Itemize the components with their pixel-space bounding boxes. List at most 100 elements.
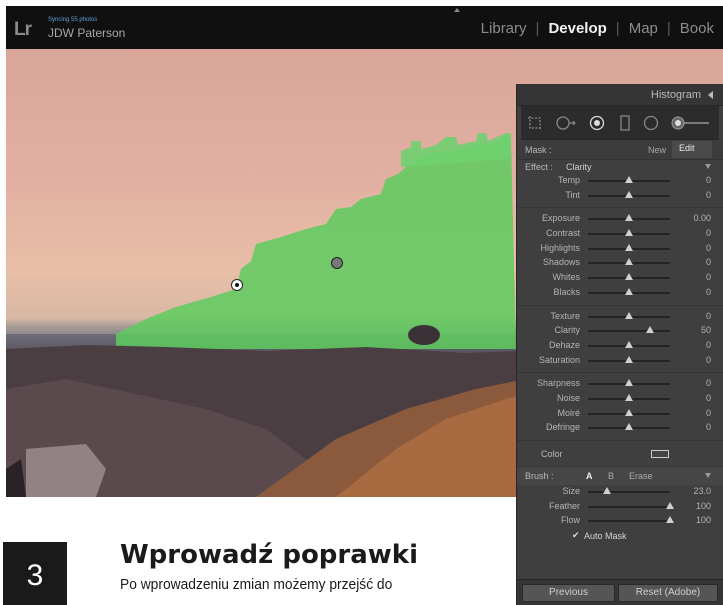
dehaze-label: Dehaze — [548, 339, 580, 350]
panel-buttons: Previous Reset (Adobe) — [517, 579, 723, 605]
clarity-value[interactable]: 50 — [701, 325, 711, 335]
blacks-slider-handle[interactable] — [625, 287, 633, 295]
shadows-value[interactable]: 0 — [706, 257, 711, 267]
clarity-slider[interactable] — [588, 330, 670, 333]
module-book[interactable]: Book — [671, 20, 723, 37]
temp-slider-handle[interactable] — [625, 176, 633, 183]
brush-size-slider-row: Size 23.0 — [517, 485, 723, 500]
brush-flow-value[interactable]: 100 — [696, 515, 711, 525]
mask-new-button[interactable]: New — [648, 145, 666, 155]
top-bar: Lr Syncing 55 photos JDW Paterson Librar… — [6, 6, 723, 49]
collapse-panel-icon[interactable] — [708, 91, 713, 99]
shadows-slider-handle[interactable] — [625, 258, 633, 266]
slider-groups: Temp 0 Tint 0 Exposure 0.00 Contrast 0 Highlight… — [517, 174, 723, 441]
step-text: Po wprowadzeniu zmian możemy przejść do — [120, 576, 393, 593]
brush-pin[interactable] — [331, 257, 343, 269]
brush-disclosure-icon[interactable] — [705, 473, 711, 478]
clarity-slider-handle[interactable] — [645, 326, 654, 334]
effect-disclosure-icon[interactable] — [705, 164, 711, 169]
brush-feather-value[interactable]: 100 — [696, 501, 711, 511]
brush-flow-slider-handle[interactable] — [666, 516, 674, 524]
radial-filter-icon[interactable] — [643, 115, 659, 131]
highlights-slider-row: Highlights 0 — [517, 242, 723, 257]
tint-slider-row: Tint 0 — [517, 189, 723, 204]
tool-strip — [521, 106, 719, 140]
highlights-value[interactable]: 0 — [706, 243, 711, 253]
slider-group: Sharpness 0 Noise 0 Moiré 0 Defringe 0 — [517, 373, 723, 441]
highlights-slider-handle[interactable] — [625, 243, 633, 251]
module-map[interactable]: Map — [620, 20, 667, 37]
sharpness-value[interactable]: 0 — [706, 378, 711, 388]
graduated-filter-icon[interactable] — [619, 115, 631, 131]
brush-size-label: Size — [562, 486, 580, 496]
dehaze-value[interactable]: 0 — [706, 340, 711, 350]
brush-a-tab[interactable]: A — [586, 471, 593, 481]
spot-removal-icon[interactable] — [555, 115, 577, 131]
effect-label: Effect : — [525, 162, 553, 172]
saturation-value[interactable]: 0 — [706, 355, 711, 365]
step-title: Wprowadź poprawki — [120, 540, 419, 570]
exposure-value[interactable]: 0.00 — [693, 213, 711, 223]
brush-pin-selected[interactable] — [231, 279, 243, 291]
user-name[interactable]: JDW Paterson — [48, 26, 125, 40]
brush-b-tab[interactable]: B — [608, 471, 614, 481]
brush-feather-label: Feather — [548, 500, 580, 511]
brush-flow-slider[interactable] — [588, 520, 670, 523]
color-swatch[interactable] — [651, 450, 669, 458]
collapse-top-panel-icon[interactable] — [454, 8, 460, 12]
moir-slider-handle[interactable] — [625, 408, 633, 416]
defringe-slider-row: Defringe 0 — [517, 421, 723, 436]
sync-status[interactable]: Syncing 55 photos — [48, 17, 97, 23]
exposure-slider-handle[interactable] — [625, 214, 633, 222]
mask-edit-button[interactable]: Edit — [679, 143, 695, 153]
module-library[interactable]: Library — [472, 20, 536, 37]
brush-size-value[interactable]: 23.0 — [693, 486, 711, 496]
noise-slider-handle[interactable] — [625, 393, 633, 401]
brush-label: Brush : — [525, 471, 554, 481]
defringe-value[interactable]: 0 — [706, 422, 711, 432]
blacks-label: Blacks — [553, 286, 580, 297]
crop-overlay-icon[interactable] — [527, 115, 543, 131]
texture-slider-handle[interactable] — [625, 311, 633, 319]
auto-mask-row[interactable]: ✔ Auto Mask — [517, 529, 723, 543]
contrast-value[interactable]: 0 — [706, 228, 711, 238]
texture-value[interactable]: 0 — [706, 311, 711, 321]
histogram-header[interactable]: Histogram — [517, 84, 723, 106]
exposure-slider-row: Exposure 0.00 — [517, 212, 723, 227]
tint-value[interactable]: 0 — [706, 190, 711, 200]
module-picker: Library | Develop | Map | Book — [472, 20, 723, 37]
shadows-slider-row: Shadows 0 — [517, 256, 723, 271]
reset-button[interactable]: Reset (Adobe) — [618, 584, 718, 602]
dehaze-slider-row: Dehaze 0 — [517, 339, 723, 354]
auto-mask-checkbox[interactable]: ✔ — [572, 530, 580, 541]
brush-feather-slider[interactable] — [588, 505, 670, 508]
temp-value[interactable]: 0 — [706, 175, 711, 185]
brush-size-slider-handle[interactable] — [602, 487, 611, 494]
brush-feather-slider-handle[interactable] — [666, 501, 674, 509]
contrast-slider-handle[interactable] — [625, 229, 633, 237]
defringe-slider-handle[interactable] — [625, 423, 633, 431]
sharpness-slider-handle[interactable] — [625, 379, 633, 387]
dehaze-slider-handle[interactable] — [625, 340, 633, 348]
brush-flow-label: Flow — [560, 515, 580, 526]
tint-slider-handle[interactable] — [625, 190, 633, 198]
clarity-label: Clarity — [554, 325, 580, 336]
previous-button[interactable]: Previous — [522, 584, 615, 602]
saturation-slider-handle[interactable] — [625, 355, 633, 363]
module-develop[interactable]: Develop — [539, 20, 615, 37]
blacks-value[interactable]: 0 — [706, 287, 711, 297]
brush-size-slider[interactable] — [588, 491, 670, 493]
red-eye-icon[interactable] — [589, 115, 605, 131]
brush-erase-tab[interactable]: Erase — [629, 471, 653, 481]
adjustment-brush-icon[interactable] — [671, 115, 711, 131]
noise-value[interactable]: 0 — [706, 393, 711, 403]
moir-slider-row: Moiré 0 — [517, 407, 723, 422]
clarity-slider-row: Clarity 50 — [517, 324, 723, 339]
moir-value[interactable]: 0 — [706, 408, 711, 418]
auto-mask-label: Auto Mask — [584, 531, 627, 542]
noise-slider-row: Noise 0 — [517, 392, 723, 407]
tint-label: Tint — [565, 189, 580, 200]
effect-preset-dropdown[interactable]: Clarity — [566, 162, 592, 172]
whites-slider-handle[interactable] — [625, 273, 633, 281]
whites-value[interactable]: 0 — [706, 272, 711, 282]
